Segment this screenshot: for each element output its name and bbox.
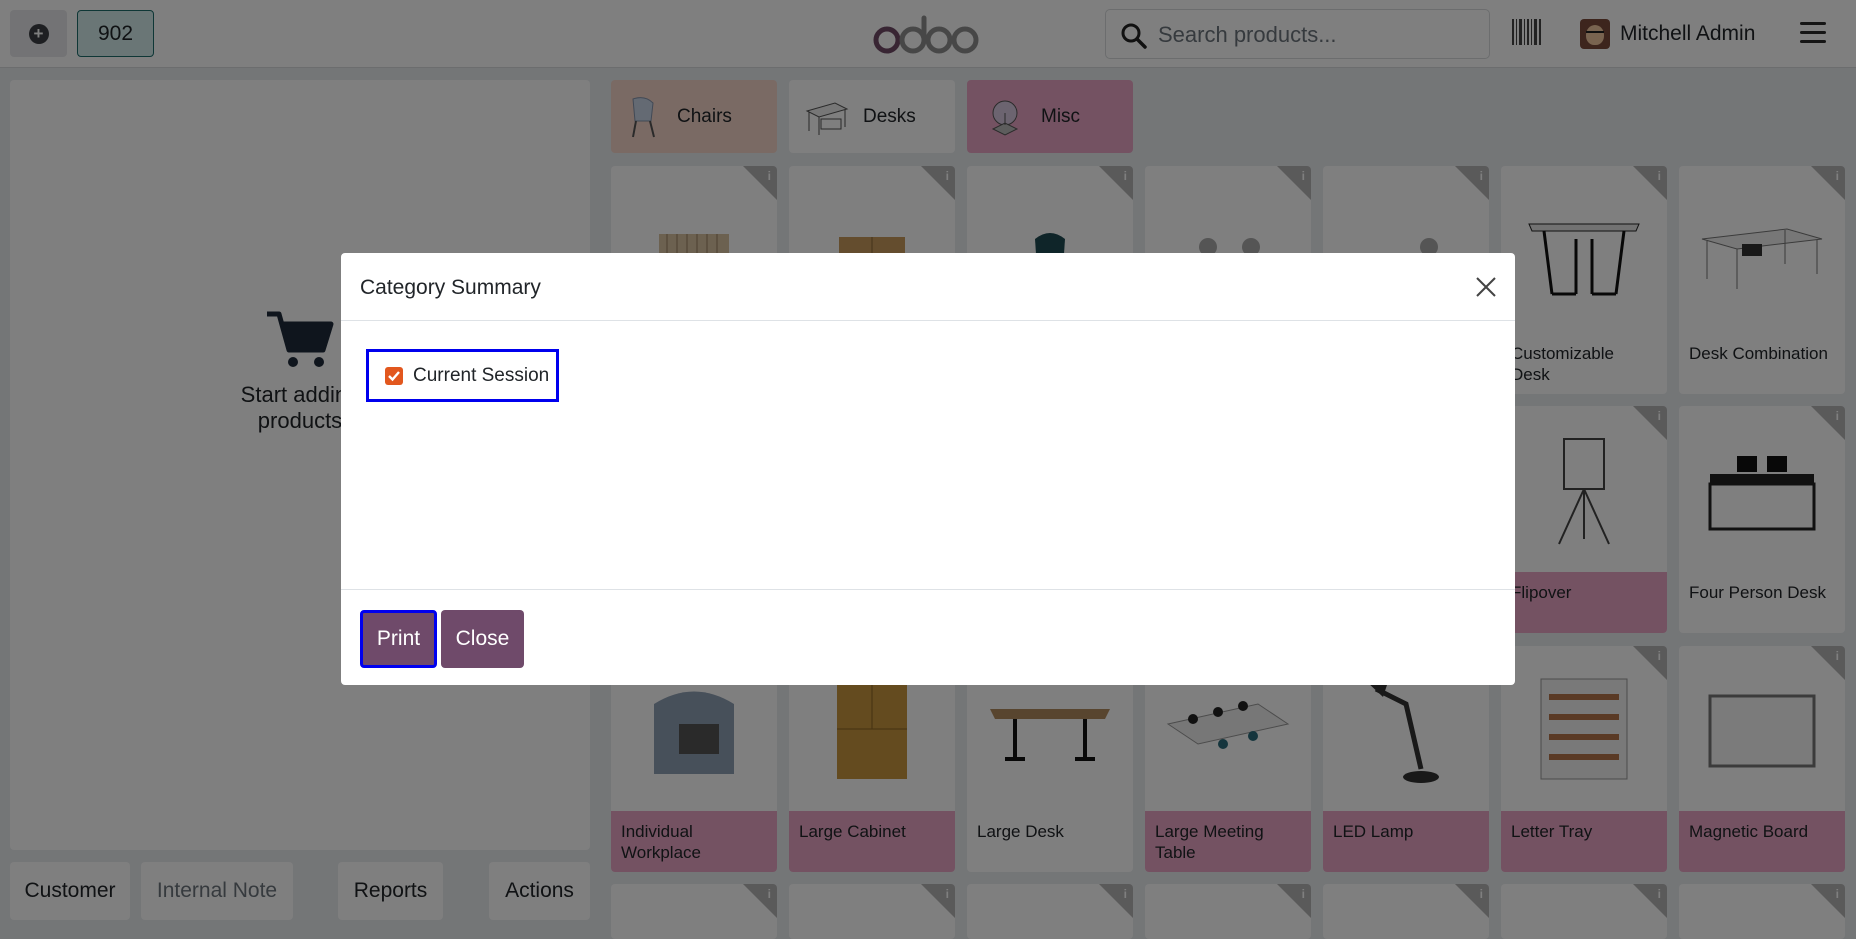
dialog-body: Current Session <box>341 321 1515 589</box>
current-session-checkbox[interactable] <box>385 366 403 385</box>
current-session-option[interactable]: Current Session <box>366 349 559 402</box>
print-button[interactable]: Print <box>360 610 437 668</box>
dialog-title: Category Summary <box>360 276 541 299</box>
close-button[interactable]: Close <box>441 610 524 668</box>
dialog-header: Category Summary <box>341 253 1515 321</box>
dialog-footer: Print Close <box>341 589 1515 685</box>
check-icon <box>388 370 400 381</box>
checkbox-label: Current Session <box>413 364 550 386</box>
category-summary-dialog: Category Summary Current Session Print C… <box>341 253 1515 685</box>
close-icon[interactable] <box>1474 275 1498 299</box>
